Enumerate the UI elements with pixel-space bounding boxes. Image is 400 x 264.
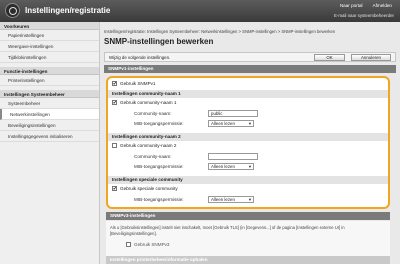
use-snmpv3-row: Gebruik SNMPv3 (126, 242, 170, 248)
special-perm-value: Alleen lezen (211, 197, 235, 202)
special-perm-select[interactable]: Alleen lezen ▼ (208, 196, 254, 203)
community1-name-label: Community-naam: (134, 111, 172, 116)
use-snmpv3-label: Gebruik SNMPv3 (134, 242, 170, 247)
instruction-bar: Wijzig de volgende instellingen. OK Annu… (104, 52, 396, 62)
sidebar-item-security[interactable]: Beveiligingsinstellingen (0, 120, 99, 131)
community1-perm-select[interactable]: Alleen lezen ▼ (208, 120, 254, 127)
app-title: Instellingen/registratie (25, 6, 111, 15)
snmpv3-section-body: Als u [Gebruiksinstellingen] instelt nie… (106, 221, 390, 264)
printer-info-section-header: Instellingen printerbeheerinformatie oph… (106, 256, 390, 264)
community2-heading: Instellingen community-naam 2 (108, 133, 388, 141)
page-title: SNMP-instellingen bewerken (104, 37, 214, 46)
sidebar-item-display[interactable]: Weergave-instellingen (0, 41, 99, 52)
sidebar-item-printer[interactable]: Printerinstellingen (0, 75, 99, 86)
special-community-heading: Instellingen speciale community (108, 176, 388, 184)
sidebar-item-paper[interactable]: Papierinstellingen (0, 30, 99, 41)
community2-perm-value: Alleen lezen (211, 164, 235, 169)
snmpv3-info-text: Als u [Gebruiksinstellingen] instelt nie… (110, 225, 345, 236)
use-community2-row: Gebruik community-naam 2 (112, 143, 177, 149)
community2-perm-select[interactable]: Alleen lezen ▼ (208, 163, 254, 170)
use-community1-checkbox[interactable] (112, 100, 117, 106)
snmpv3-section-wrapper: SNMPv3-instellingen (106, 212, 390, 220)
admin-email-link[interactable]: E-mail naar systeembeheerder (334, 13, 394, 18)
use-special-row: Gebruik speciale community (112, 186, 178, 192)
instruction-text: Wijzig de volgende instellingen. (109, 55, 171, 60)
ok-button[interactable]: OK (314, 54, 345, 61)
cancel-button[interactable]: Annuleren (351, 54, 391, 61)
use-special-label: Gebruik speciale community (120, 186, 178, 191)
use-snmpv1-row: Gebruik SNMPv1 (112, 81, 156, 87)
snmpv3-section-header: SNMPv3-instellingen (106, 212, 390, 220)
use-community2-label: Gebruik community-naam 2 (120, 143, 177, 148)
header-bar: Instellingen/registratie Naar portal Afm… (0, 0, 400, 22)
special-perm-label: MIB-toegangspermissie: (134, 197, 184, 202)
use-snmpv3-checkbox[interactable] (126, 242, 131, 248)
community1-perm-label: MIB-toegangspermissie: (134, 121, 184, 126)
use-snmpv1-checkbox[interactable] (112, 81, 117, 87)
app-logo-icon (5, 3, 20, 18)
chevron-down-icon: ▼ (248, 197, 252, 202)
community2-perm-label: MIB-toegangspermissie: (134, 164, 184, 169)
snmpv1-settings-panel: Gebruik SNMPv1 Instellingen community-na… (106, 76, 390, 209)
use-community1-row: Gebruik community-naam 1 (112, 100, 177, 106)
breadcrumb: Instellingen/registratie: Instellingen S… (104, 29, 336, 34)
community1-perm-value: Alleen lezen (211, 121, 235, 126)
community2-name-input[interactable] (208, 153, 258, 160)
use-community2-checkbox[interactable] (112, 143, 117, 149)
sidebar-heading-preferences: Voorkeuren (0, 22, 99, 30)
use-community1-label: Gebruik community-naam 1 (120, 100, 177, 105)
portal-link[interactable]: Naar portal (338, 2, 365, 9)
community2-name-label: Community-naam: (134, 154, 172, 159)
sidebar-item-system-management[interactable]: Systeembeheer (0, 98, 99, 109)
sidebar-heading-function: Functie-instellingen (0, 67, 99, 75)
use-special-checkbox[interactable] (112, 186, 117, 192)
community1-heading: Instellingen community-naam 1 (108, 90, 388, 98)
sidebar-item-init[interactable]: Instellingsgegevens initialiseren (0, 131, 99, 142)
chevron-down-icon: ▼ (248, 164, 252, 169)
sidebar-heading-system: Instellingen Systeembeheer (0, 90, 99, 98)
sidebar-item-timer[interactable]: Tijdklokinstellingen (0, 52, 99, 63)
sidebar: Voorkeuren Papierinstellingen Weergave-i… (0, 22, 100, 264)
chevron-down-icon: ▼ (248, 121, 252, 126)
snmpv1-section-header: SNMPv1-instellingen (104, 65, 396, 73)
logout-link[interactable]: Afmelden (371, 2, 394, 9)
sidebar-item-network[interactable]: Netwerkinstellingen (0, 109, 99, 120)
use-snmpv1-label: Gebruik SNMPv1 (120, 81, 156, 86)
main-content: Instellingen/registratie: Instellingen S… (104, 22, 396, 73)
top-links: Naar portal Afmelden (338, 2, 394, 9)
community1-name-input[interactable]: public (208, 110, 258, 117)
